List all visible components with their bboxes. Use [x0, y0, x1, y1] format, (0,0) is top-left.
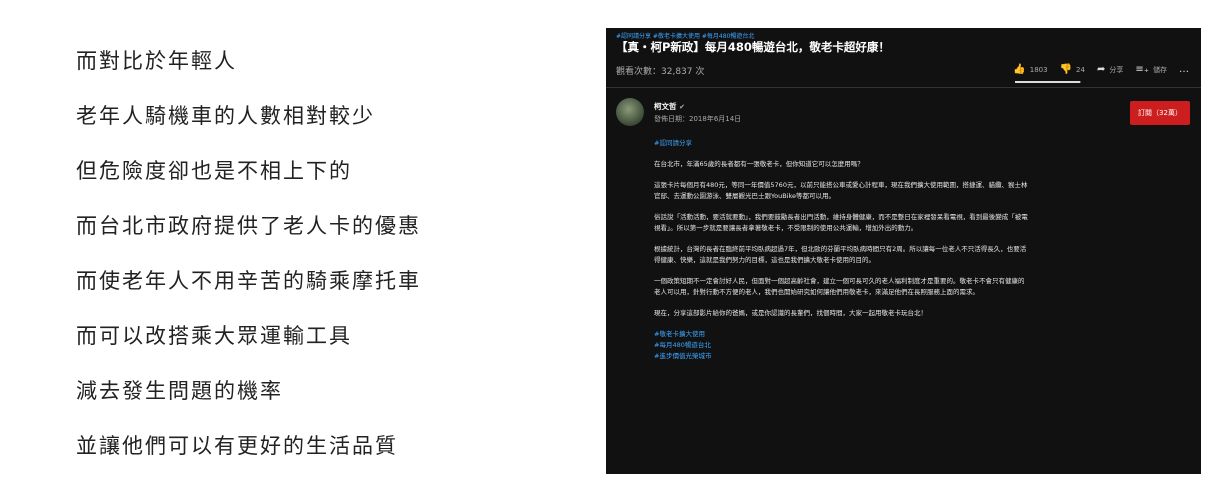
- video-title: 【真・柯P新政】每月480暢遊台北，敬老卡超好康！: [616, 40, 890, 54]
- caption-line: 而對比於年輕人: [76, 49, 237, 73]
- hashtag-link[interactable]: #認同請分享: [654, 138, 1029, 149]
- like-ratio-fill: [1015, 81, 1081, 83]
- verified-icon: ✔: [679, 103, 685, 111]
- thumbs-down-icon: 👎: [1059, 64, 1073, 75]
- caption-line: 而台北市政府提供了老人卡的優惠: [76, 214, 421, 238]
- channel-avatar[interactable]: [616, 98, 644, 126]
- view-count: 觀看次數：32,837 次: [616, 67, 705, 77]
- save-label: 儲存: [1153, 65, 1167, 74]
- playlist-add-icon: ≡₊: [1135, 64, 1149, 75]
- left-caption-text: 而對比於年輕人 老年人騎機車的人數相對較少 但危險度卻也是不相上下的 而台北市政…: [76, 46, 421, 486]
- like-button[interactable]: 👍 1803: [1013, 64, 1047, 75]
- publish-date: 發佈日期：2018年6月14日: [654, 115, 742, 123]
- video-actions: 👍 1803 👎 24 ➦ 分享 ≡₊ 儲存 …: [1001, 64, 1193, 75]
- caption-line: 並讓他們可以有更好的生活品質: [76, 434, 398, 458]
- description-paragraph: 現在，分享這部影片給你的爸媽，或是你認識的長輩們，找個時間，大家一起用敬老卡玩台…: [654, 309, 927, 317]
- share-icon: ➦: [1096, 64, 1106, 75]
- divider: [606, 87, 1201, 88]
- description-paragraph: 根據統計，台灣的長者在臨終前平均臥病超過7年，但北歐的芬蘭平均臥病時間只有2周。…: [654, 245, 1027, 264]
- description-paragraph: 這張卡片每個月有480元，等同一年價值5760元，以前只能搭公車或愛心計程車，現…: [654, 181, 1028, 200]
- save-button[interactable]: ≡₊ 儲存: [1135, 64, 1167, 75]
- share-label: 分享: [1109, 65, 1124, 74]
- like-count: 1803: [1029, 65, 1048, 74]
- hashtag-link[interactable]: #每月480暢遊台北: [654, 340, 1029, 351]
- more-button[interactable]: …: [1179, 64, 1193, 75]
- description-paragraph: 俗話說「活動活動，要活就要動」，我們要鼓勵長者出門活動，維持身體健康，而不是整日…: [654, 213, 1028, 232]
- hashtag-link[interactable]: #敬老卡擴大使用: [654, 329, 1029, 340]
- thumbs-up-icon: 👍: [1013, 64, 1026, 75]
- subscribe-button[interactable]: 訂閱（32萬）: [1130, 101, 1190, 125]
- caption-line: 減去發生問題的機率: [76, 379, 283, 403]
- caption-line: 而可以改搭乘大眾運輸工具: [76, 324, 352, 348]
- youtube-screenshot: #認同請分享 #敬老卡擴大使用 #每月480暢遊台北 【真・柯P新政】每月480…: [606, 28, 1201, 474]
- hashtag-link[interactable]: #進步價值光榮城市: [654, 351, 1029, 362]
- dislike-button[interactable]: 👎 24: [1060, 64, 1085, 75]
- caption-line: 而使老年人不用辛苦的騎乘摩托車: [76, 269, 421, 293]
- hashtag-list: #敬老卡擴大使用 #每月480暢遊台北 #進步價值光榮城市: [654, 329, 1029, 362]
- channel-name[interactable]: 柯文哲 ✔: [654, 101, 685, 112]
- dislike-count: 24: [1076, 65, 1085, 74]
- video-description: #認同請分享 在台北市，年滿65歲的長者都有一張敬老卡，但你知道它可以怎麼用嗎？…: [654, 138, 1029, 372]
- caption-line: 但危險度卻也是不相上下的: [76, 159, 352, 183]
- channel-name-text: 柯文哲: [654, 102, 677, 111]
- description-paragraph: 一個政策短期不一定會討好人民，但面對一個超高齡社會，建立一個可長可久的老人福利制…: [654, 277, 1025, 296]
- more-icon: …: [1179, 64, 1189, 75]
- like-ratio-bar: [1015, 81, 1081, 83]
- share-button[interactable]: ➦ 分享: [1097, 64, 1123, 75]
- caption-line: 老年人騎機車的人數相對較少: [76, 104, 375, 128]
- description-paragraph: 在台北市，年滿65歲的長者都有一張敬老卡，但你知道它可以怎麼用嗎？: [654, 160, 864, 168]
